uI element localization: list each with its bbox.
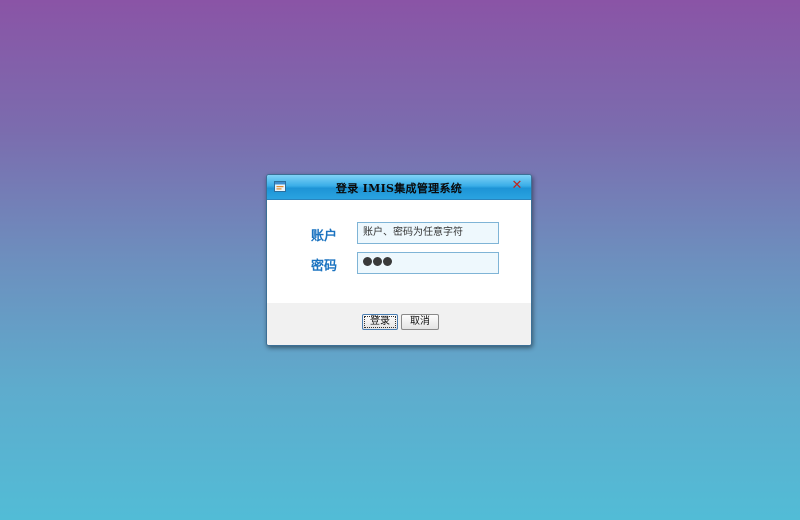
login-form: 账户 账户、密码为任意字符 密码 xyxy=(267,200,531,304)
password-mask xyxy=(363,257,493,266)
login-dialog: 登录 IMIS集成管理系统 ✕ 账户 账户、密码为任意字符 密码 登录 取消 xyxy=(266,174,532,346)
password-dot xyxy=(373,257,382,266)
password-dot xyxy=(383,257,392,266)
dialog-title-bar[interactable]: 登录 IMIS集成管理系统 ✕ xyxy=(267,175,531,200)
login-button[interactable]: 登录 xyxy=(362,314,398,330)
password-dot xyxy=(363,257,372,266)
cancel-button[interactable]: 取消 xyxy=(401,314,439,330)
account-input[interactable]: 账户、密码为任意字符 xyxy=(357,222,499,244)
password-input[interactable] xyxy=(357,252,499,274)
dialog-footer: 登录 取消 xyxy=(267,303,531,345)
account-label: 账户 xyxy=(311,229,338,244)
password-label: 密码 xyxy=(311,259,338,274)
close-icon[interactable]: ✕ xyxy=(511,179,523,192)
dialog-title: 登录 IMIS集成管理系统 xyxy=(335,182,463,195)
